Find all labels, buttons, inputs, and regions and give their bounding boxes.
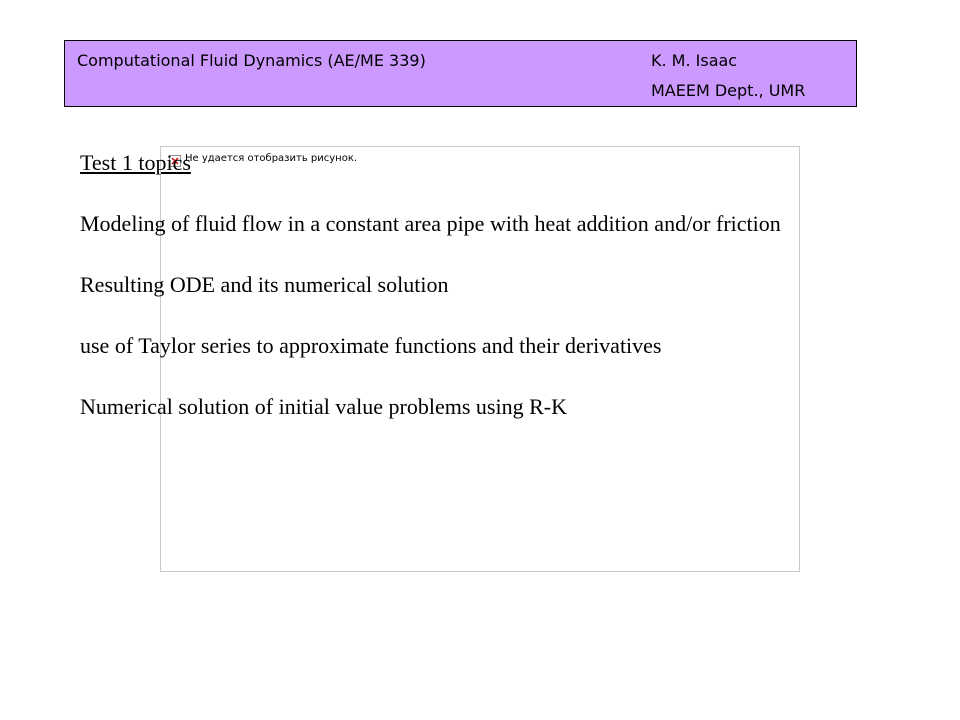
topic-item: Modeling of fluid flow in a constant are…: [80, 211, 781, 236]
topic-item: Numerical solution of initial value prob…: [80, 394, 567, 419]
slide-title: Test 1 topics: [80, 150, 191, 175]
slide-header: Computational Fluid Dynamics (AE/ME 339)…: [64, 40, 857, 107]
department-name: MAEEM Dept., UMR: [651, 81, 806, 100]
author-name: K. M. Isaac: [651, 51, 738, 70]
topic-item: Resulting ODE and its numerical solution: [80, 272, 449, 297]
topic-item: use of Taylor series to approximate func…: [80, 333, 662, 358]
slide-content: Test 1 topics Modeling of fluid flow in …: [80, 148, 860, 421]
course-title: Computational Fluid Dynamics (AE/ME 339): [77, 51, 426, 70]
